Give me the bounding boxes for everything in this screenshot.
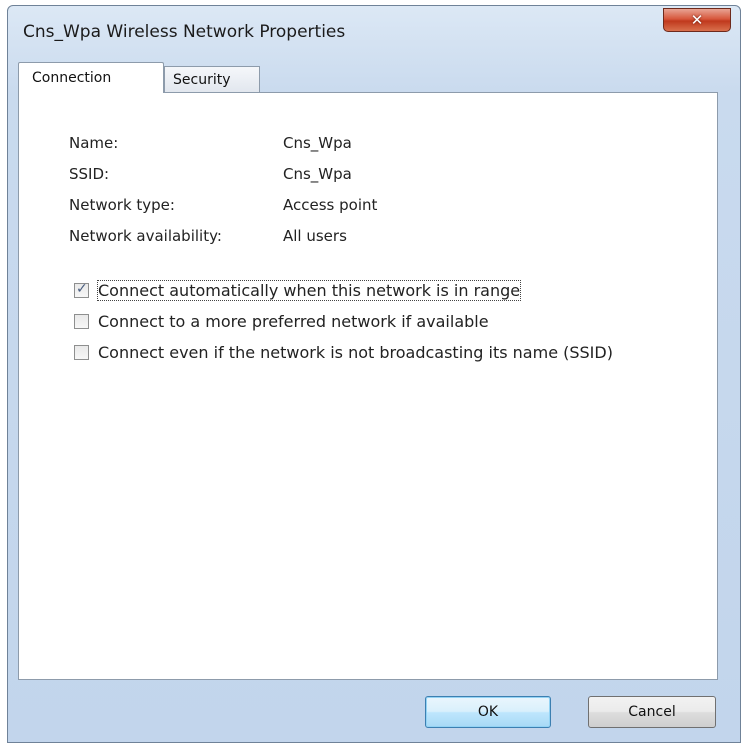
tab-security[interactable]: Security <box>164 66 260 93</box>
title-bar[interactable]: Cns_Wpa Wireless Network Properties ✕ <box>8 6 740 56</box>
option-label[interactable]: Connect to a more preferred network if a… <box>98 312 489 331</box>
connection-tab-panel: Name: Cns_Wpa SSID: Cns_Wpa Network type… <box>18 92 718 680</box>
tab-strip: Connection Security <box>18 62 718 93</box>
window-title: Cns_Wpa Wireless Network Properties <box>23 22 346 42</box>
cancel-button[interactable]: Cancel <box>588 696 716 728</box>
property-label: Network availability: <box>69 227 222 245</box>
property-value: Access point <box>283 196 378 214</box>
property-value: Cns_Wpa <box>283 165 352 183</box>
ok-button[interactable]: OK <box>425 696 551 728</box>
option-label[interactable]: Connect even if the network is not broad… <box>98 343 613 362</box>
checkbox[interactable]: ✓ <box>74 281 89 298</box>
checkbox[interactable] <box>74 314 89 329</box>
property-label: Network type: <box>69 196 175 214</box>
property-value: Cns_Wpa <box>283 134 352 152</box>
tab-connection[interactable]: Connection <box>18 62 164 93</box>
close-button[interactable]: ✕ <box>663 8 731 32</box>
checkbox[interactable] <box>74 345 89 360</box>
close-x-icon: ✕ <box>690 11 704 29</box>
property-value: All users <box>283 227 347 245</box>
check-icon: ✓ <box>76 281 88 297</box>
option-label[interactable]: Connect automatically when this network … <box>96 280 522 301</box>
property-label: Name: <box>69 134 119 152</box>
property-label: SSID: <box>69 165 110 183</box>
